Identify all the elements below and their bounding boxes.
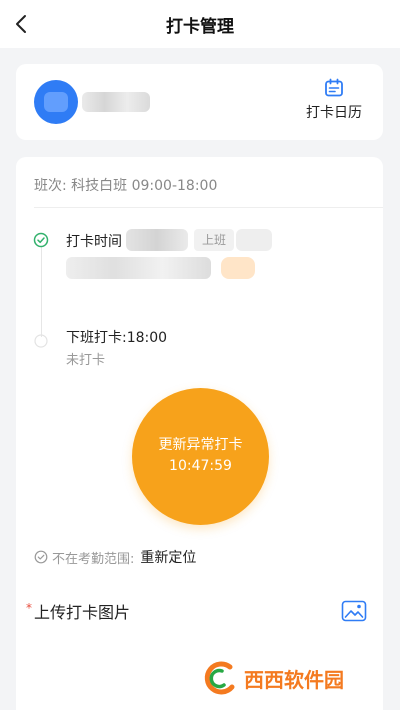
avatar — [34, 80, 78, 124]
checkout-label: 下班打卡:18:00 — [66, 330, 168, 346]
divider — [34, 207, 383, 208]
upload-label: 上传打卡图片 — [34, 603, 131, 622]
user-card: 打卡日历 — [16, 64, 383, 140]
calendar-label: 打卡日历 — [306, 105, 362, 121]
calendar-icon — [325, 78, 343, 97]
checkout-status: 未打卡 — [66, 353, 106, 368]
page-title: 打卡管理 — [166, 17, 234, 37]
checkin-time-blurred — [126, 229, 188, 251]
relocate-link[interactable]: 重新定位 — [140, 547, 196, 567]
punch-button[interactable]: 更新异常打卡 10:47:59 — [132, 388, 269, 525]
checkin-label: 打卡时间 — [66, 234, 122, 250]
location-row: 不在考勤范围: 重新定位 — [34, 547, 196, 567]
watermark-logo-icon — [204, 661, 235, 695]
checkin-badge-blurred — [221, 257, 255, 279]
punch-button-label: 更新异常打卡 — [158, 437, 243, 453]
watermark-text: 西西软件园 — [244, 667, 344, 692]
checkin-tag-blurred — [236, 229, 272, 251]
location-check-icon — [34, 550, 48, 564]
upload-row: * 上传打卡图片 — [26, 599, 367, 623]
required-mark: * — [26, 601, 32, 615]
image-icon[interactable] — [341, 599, 367, 623]
punch-time: 10:47:59 — [169, 458, 232, 474]
checkin-location-blurred — [66, 257, 211, 279]
attendance-card: 班次: 科技白班 09:00-18:00 打卡时间 上班 下班打卡:18:00 … — [16, 157, 383, 710]
watermark: 西西软件园 — [200, 655, 386, 701]
timeline-line — [41, 247, 42, 337]
shift-info: 班次: 科技白班 09:00-18:00 — [34, 178, 218, 194]
checkin-tag: 上班 — [194, 229, 235, 251]
circle-outline-icon — [34, 334, 48, 348]
calendar-button[interactable]: 打卡日历 — [299, 78, 369, 126]
location-status: 不在考勤范围: — [52, 551, 135, 567]
top-nav-bar: 打卡管理 — [0, 0, 400, 48]
user-name-blurred — [82, 92, 150, 112]
check-circle-icon — [33, 232, 49, 248]
